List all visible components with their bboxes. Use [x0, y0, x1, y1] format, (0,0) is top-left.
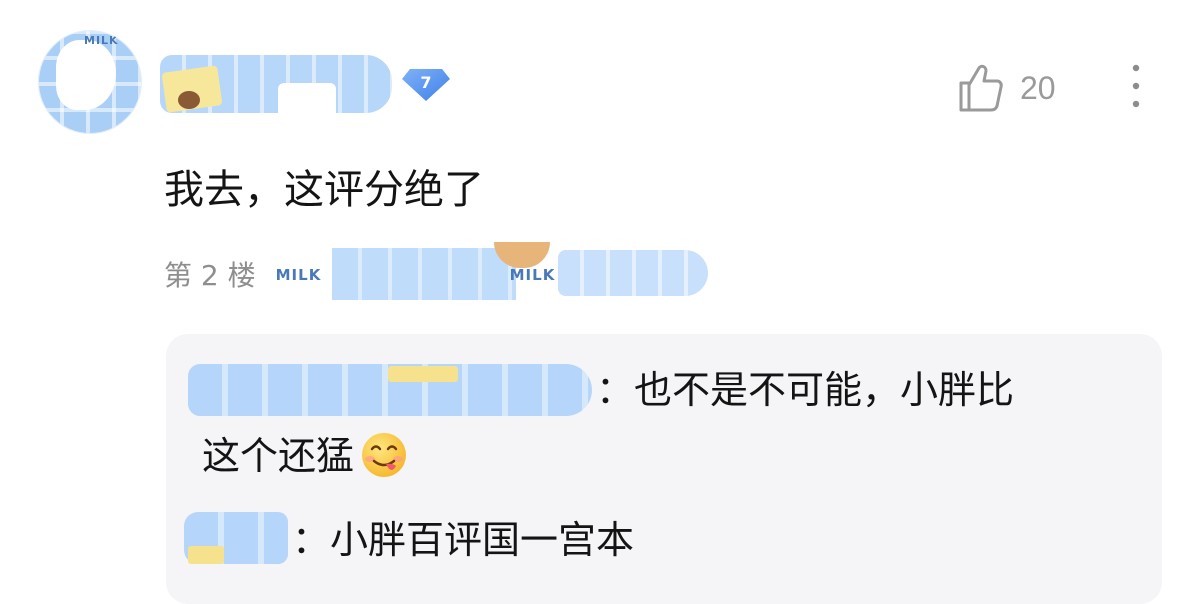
decoration-band [331, 248, 516, 300]
milk-tag: MILK [509, 266, 556, 284]
yum-face-icon [362, 432, 407, 477]
reply-text: ：小胖百评国一宫本 [292, 514, 634, 566]
floor-row: 第 2 楼 MILK MILK [164, 242, 710, 300]
decoration-strip: MILK MILK [270, 242, 710, 300]
like-icon [959, 64, 1003, 112]
reply-text-line1: 也不是不可能，小胖比 [634, 368, 1015, 412]
username-gap [278, 83, 336, 115]
like-button[interactable]: 20 [958, 60, 1056, 116]
cheese-decoration [388, 366, 458, 382]
reply-box[interactable]: ：也不是不可能，小胖比 这个还猛 ：小胖百评国一宫本 [166, 334, 1162, 604]
level-number: 7 [420, 73, 432, 92]
like-count: 20 [1020, 69, 1056, 106]
level-badge: 7 [400, 67, 452, 103]
username-decorated[interactable] [160, 55, 392, 115]
reply-separator: ： [596, 368, 635, 412]
reply-text-line2: 这个还猛 [202, 434, 355, 478]
comment-text: 我去，这评分绝了 [164, 167, 484, 213]
bear-decoration [178, 91, 200, 109]
cheese-decoration [188, 546, 224, 564]
reply-text-line1: 小胖百评国一宫本 [330, 518, 635, 562]
floor-label: 第 2 楼 [164, 259, 256, 292]
reply-text-continued: 这个还猛 [202, 430, 408, 482]
avatar-highlight [56, 40, 116, 110]
more-icon[interactable] [1126, 62, 1146, 110]
decoration-band-end [557, 250, 708, 296]
user-avatar[interactable]: MILK [38, 30, 142, 134]
avatar-milk-tag: MILK [84, 34, 119, 47]
reply-text: ：也不是不可能，小胖比 [596, 364, 1014, 416]
reply-username[interactable] [188, 364, 592, 416]
milk-tag: MILK [275, 266, 322, 284]
reply-username[interactable] [184, 512, 288, 564]
reply-separator: ： [292, 518, 331, 562]
